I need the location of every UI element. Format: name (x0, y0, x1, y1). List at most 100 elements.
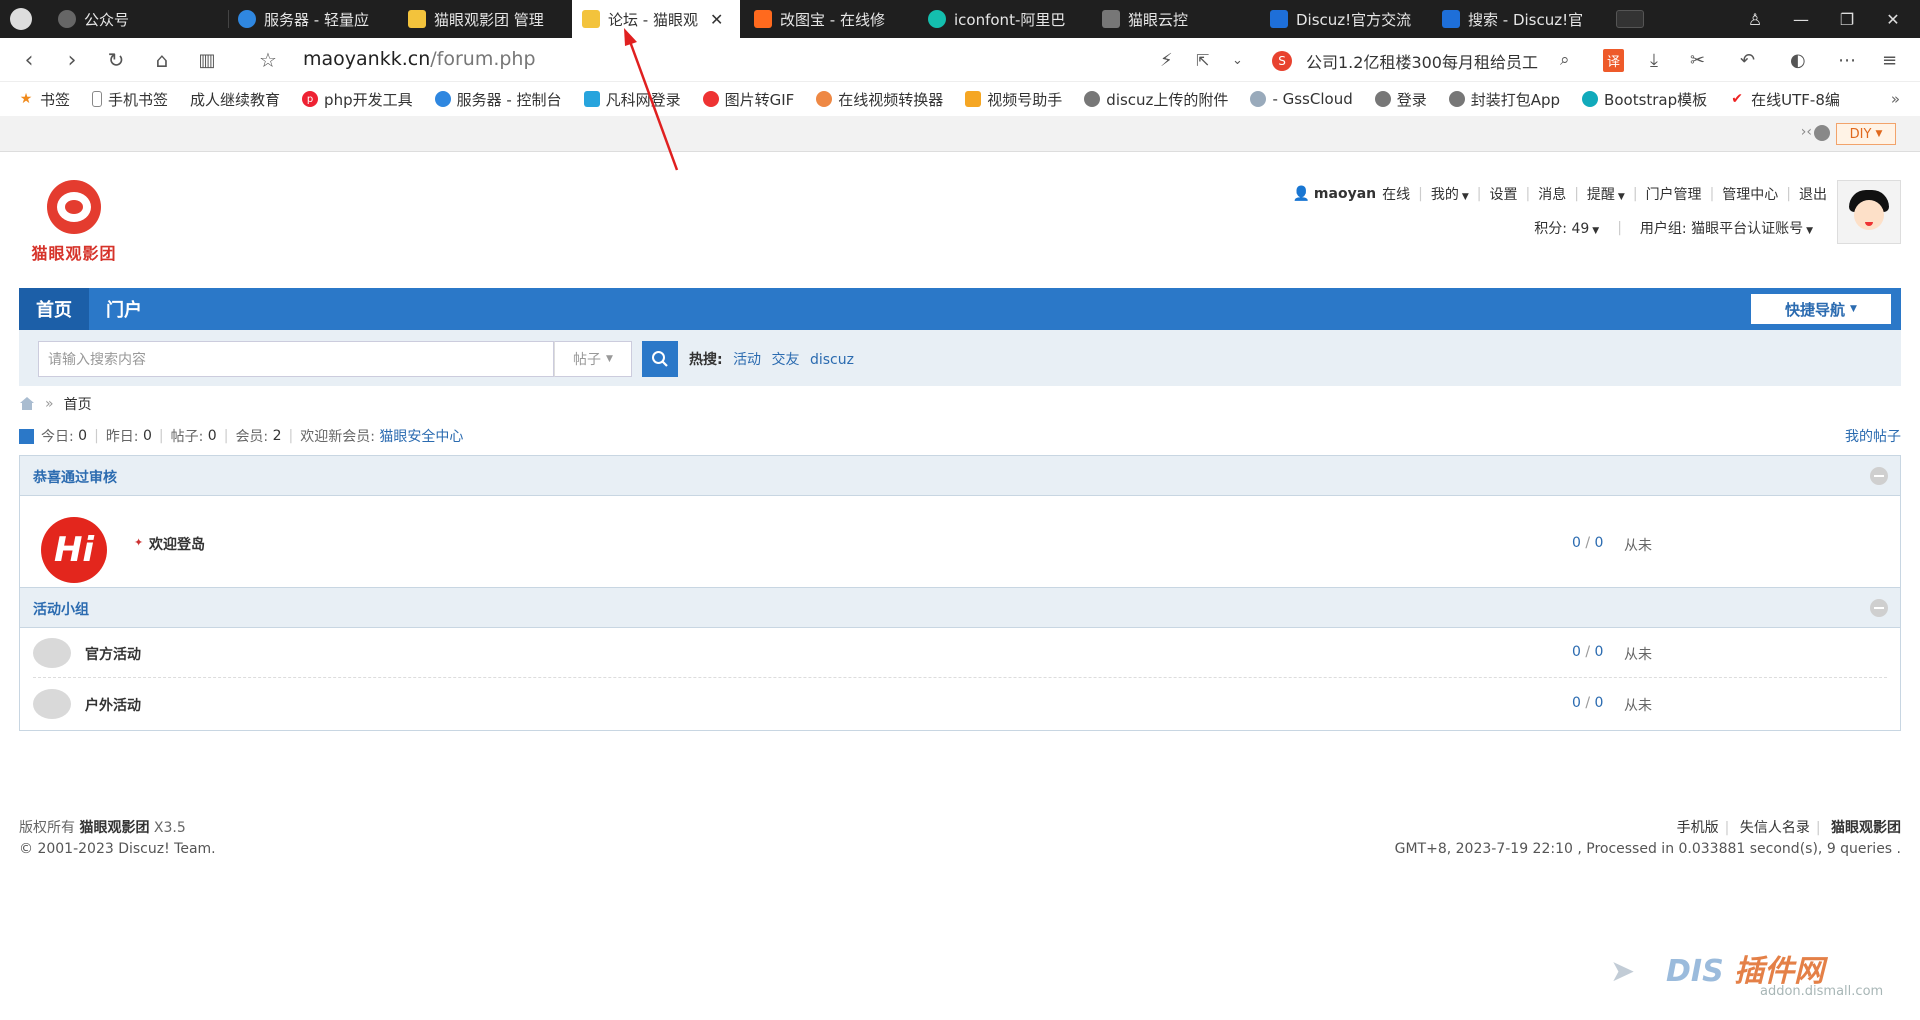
news-ticker[interactable]: S 公司1.2亿租楼300每月租给员工 (1272, 49, 1538, 73)
minimize-button[interactable]: — (1778, 0, 1824, 38)
bookmark-item[interactable]: 手机书签 (92, 89, 168, 110)
bookmark-item[interactable]: 服务器 - 控制台 (434, 89, 562, 110)
home-icon[interactable]: ⌂ (147, 46, 177, 74)
diy-button[interactable]: DIY ▼ (1836, 123, 1896, 145)
mobile-link[interactable]: 手机版 (1677, 820, 1719, 836)
search-input[interactable]: 请输入搜索内容 (38, 341, 554, 377)
close-window-button[interactable]: ✕ (1870, 0, 1916, 38)
tab-1[interactable]: 服务器 - 轻量应 (228, 0, 398, 38)
breadcrumb-current[interactable]: 首页 (64, 394, 92, 414)
forward-icon[interactable]: › (57, 46, 87, 74)
search-type-select[interactable]: 帖子 ▼ (554, 341, 632, 377)
tab-7[interactable]: Discuz!官方交流 (1260, 0, 1432, 38)
footer-site-link[interactable]: 猫眼观影团 (79, 820, 149, 836)
tab-8[interactable]: 搜索 - Discuz!官 (1432, 0, 1602, 38)
search-button[interactable] (642, 341, 678, 377)
reminders-link[interactable]: 提醒 ▼ (1587, 184, 1625, 204)
avatar[interactable] (1837, 180, 1901, 244)
forum-bubble-icon[interactable] (33, 689, 71, 719)
download-icon[interactable]: ⤓ (1650, 46, 1658, 74)
footer-site-link[interactable]: 猫眼观影团 (1831, 820, 1901, 836)
nav-home[interactable]: 首页 (19, 288, 89, 330)
new-member-link[interactable]: 猫眼安全中心 (379, 426, 463, 446)
bookmark-item[interactable]: ✔ 在线UTF-8编 (1729, 89, 1840, 110)
hot-search-link[interactable]: 活动 (733, 352, 761, 368)
bootstrap-icon (1582, 91, 1599, 107)
browser-menu-icon[interactable] (0, 0, 40, 38)
category-title[interactable]: 恭喜通过审核 (33, 467, 117, 487)
bookmark-item[interactable]: p php开发工具 (302, 89, 413, 110)
share-icon[interactable]: ⇱ (1196, 46, 1209, 74)
translate-icon[interactable]: 译 (1603, 46, 1625, 74)
bookmark-item[interactable]: 封装打包App (1448, 89, 1560, 110)
bookmarks-overflow-icon[interactable]: » (1891, 90, 1900, 108)
screenshot-scissors-icon[interactable]: ✂ (1690, 46, 1705, 74)
dishonest-list-link[interactable]: 失信人名录 (1740, 820, 1810, 836)
stats-chart-icon[interactable] (19, 428, 34, 444)
bookmark-item[interactable]: ★ 书签 (18, 89, 70, 110)
hi-forum-icon[interactable]: Hi (41, 517, 107, 583)
fanke-icon (583, 91, 600, 107)
tab-4[interactable]: 改图宝 - 在线修 (744, 0, 914, 38)
chevron-down-icon[interactable]: ⌄ (1232, 46, 1243, 74)
bookmark-item[interactable]: Bootstrap模板 (1582, 89, 1707, 110)
logout-link[interactable]: 退出 (1799, 184, 1827, 204)
bookmark-item[interactable]: discuz上传的附件 (1084, 89, 1228, 110)
skin-icon[interactable]: ♙ (1732, 0, 1778, 38)
nav-portal[interactable]: 门户 (89, 288, 159, 330)
gaitubao-icon (754, 10, 772, 28)
collapse-icon[interactable] (1870, 467, 1888, 485)
globe-icon (1084, 91, 1101, 107)
video-convert-icon (816, 91, 833, 107)
bookmark-item[interactable]: 在线视频转换器 (816, 89, 943, 110)
restore-button[interactable]: ❐ (1824, 0, 1870, 38)
hot-search-link[interactable]: 交友 (772, 352, 800, 368)
bookmark-item[interactable]: 图片转GIF (702, 89, 794, 110)
tab-5[interactable]: iconfont-阿里巴 (918, 0, 1090, 38)
palette-icon[interactable] (1814, 125, 1830, 141)
my-menu-link[interactable]: 我的 ▼ (1431, 184, 1469, 204)
more-menu-icon[interactable]: ⋯ (1838, 46, 1856, 74)
cat-logo-icon (47, 180, 101, 234)
back-icon[interactable]: ‹ (14, 46, 44, 74)
collapse-arrows-icon[interactable]: ›‹ (1801, 124, 1812, 140)
admin-center-link[interactable]: 管理中心 (1722, 184, 1778, 204)
new-tab-button[interactable] (1606, 0, 1646, 38)
home-icon[interactable] (19, 397, 35, 411)
forum-name[interactable]: 户外活动 (85, 695, 141, 715)
credits-link[interactable]: 积分: 49 ▼ (1534, 218, 1599, 238)
hot-search-link[interactable]: discuz (810, 352, 854, 368)
star-bookmark-icon[interactable]: ☆ (253, 46, 283, 74)
forum-name[interactable]: 官方活动 (85, 644, 141, 664)
username-link[interactable]: maoyan (1314, 186, 1376, 202)
site-logo[interactable]: 猫眼观影团 (30, 180, 118, 270)
discuz-icon (1442, 10, 1460, 28)
category-title[interactable]: 活动小组 (33, 599, 89, 619)
bookmark-item[interactable]: - GssCloud (1250, 90, 1353, 108)
reload-icon[interactable]: ↻ (101, 46, 131, 74)
lightning-icon[interactable]: ⚡ (1160, 46, 1173, 74)
close-tab-icon[interactable]: ✕ (710, 10, 723, 29)
tab-0[interactable]: 公众号 (48, 0, 228, 38)
tab-2[interactable]: 猫眼观影团 管理 (398, 0, 568, 38)
bookmark-item[interactable]: 成人继续教育 (190, 89, 280, 110)
forum-name[interactable]: 欢迎登岛 (149, 534, 205, 554)
quick-nav-button[interactable]: 快捷导航 ▼ (1751, 294, 1891, 324)
search-icon[interactable]: ⌕ (1560, 46, 1570, 74)
settings-link[interactable]: 设置 (1489, 184, 1517, 204)
undo-icon[interactable]: ↶ (1740, 46, 1755, 74)
collapse-icon[interactable] (1870, 599, 1888, 617)
my-posts-link[interactable]: 我的帖子 (1845, 426, 1901, 446)
url-field[interactable]: maoyankk.cn/forum.php (303, 48, 536, 70)
hamburger-menu-icon[interactable]: ≡ (1882, 46, 1897, 74)
bookmark-item[interactable]: 登录 (1374, 89, 1427, 110)
messages-link[interactable]: 消息 (1538, 184, 1566, 204)
forum-bubble-icon[interactable] (33, 638, 71, 668)
night-mode-icon[interactable]: ◐ (1790, 46, 1806, 74)
bookmark-item[interactable]: 视频号助手 (965, 89, 1062, 110)
reader-icon[interactable]: ▥ (192, 46, 222, 74)
portal-admin-link[interactable]: 门户管理 (1646, 184, 1702, 204)
user-group-link[interactable]: 用户组: 猫眼平台认证账号 ▼ (1640, 218, 1813, 238)
user-icon: 👤 (1292, 186, 1310, 202)
tab-6[interactable]: 猫眼云控 (1092, 0, 1260, 38)
